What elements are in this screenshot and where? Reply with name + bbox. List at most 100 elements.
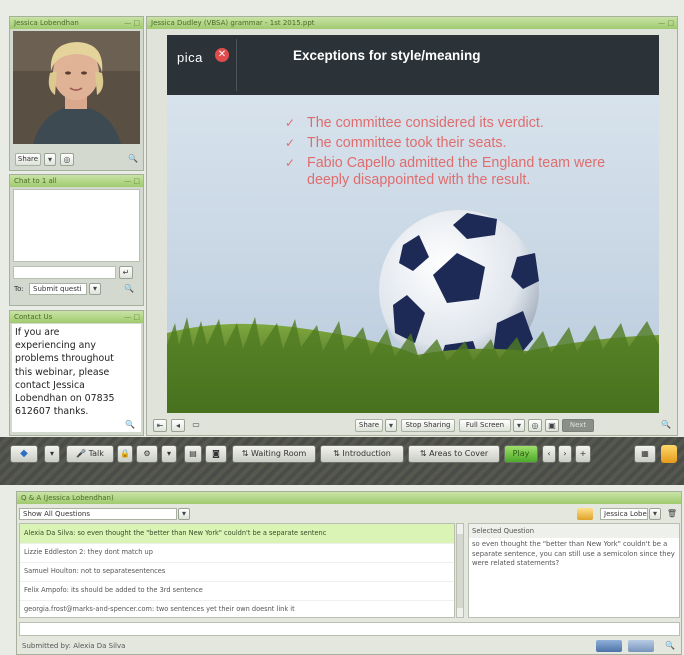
lock-button[interactable]: 🔒 [117,445,133,463]
prev-room-icon[interactable]: ‹ [542,445,556,463]
list-item[interactable]: Lizzie Eddleston 2: they dont match up [20,543,454,563]
avatar [13,31,140,144]
toolbar: ◆ ▾ 🎤 Talk 🔒 ⚙ ▾ ▤ ◙ ⇅ Waiting Room ⇅ In… [0,437,684,485]
room-icon: ⇅ [333,449,340,458]
next-room-icon[interactable]: › [558,445,572,463]
chat-title-text: Chat to 1 all [14,177,57,185]
check-icon: ✓ [285,156,296,170]
qa-panel: Q & A (Jessica Lobendhan) Show All Quest… [16,491,682,655]
filter-dropdown-icon[interactable]: ▾ [178,508,190,520]
webcam-video [13,31,140,144]
chat-to-label: To: [14,285,24,293]
chat-input[interactable] [13,266,116,279]
stop-sharing-button[interactable]: Stop Sharing [401,419,455,432]
contact-zoom-icon[interactable]: 🔍 [123,419,137,432]
app-logo-icon: ◆ [20,448,28,459]
webcam-share-button[interactable]: Share [15,153,41,166]
presentation-share-button[interactable]: Share [355,419,383,432]
panel-controls-icon[interactable]: — □ [658,17,674,29]
mic-settings-icon[interactable]: ⚙ [136,445,158,463]
qa-zoom-icon[interactable]: 🔍 [663,640,677,653]
app-menu-dropdown-icon[interactable]: ▾ [44,445,60,463]
panel-controls-icon[interactable]: — □ [124,17,140,29]
scrollbar-thumb[interactable] [457,534,463,608]
settings-icon[interactable]: ◎ [528,419,542,432]
document-icon[interactable]: ▤ [184,445,202,463]
prev-slide-icon[interactable]: ◂ [171,419,185,432]
tab-introduction[interactable]: ⇅ Introduction [320,445,404,463]
contact-body: If you are experiencing any problems thr… [12,324,141,432]
qa-title: Q & A (Jessica Lobendhan) [17,492,681,504]
tab-areas-to-cover[interactable]: ⇅ Areas to Cover [408,445,500,463]
webcam-zoom-icon[interactable]: 🔍 [126,153,140,166]
share-dropdown-icon[interactable]: ▾ [385,419,397,432]
talk-label: Talk [88,449,104,458]
room-icon: ⇅ [241,449,249,458]
chat-recipient-select[interactable]: Submit questi [29,283,87,295]
panel-controls-icon[interactable]: — □ [124,175,140,187]
reply-all-icon[interactable] [628,640,654,652]
check-icon: ✓ [285,136,296,150]
slide-bullet: ✓ The committee considered its verdict. [285,115,645,132]
presentation-title: Jessica Dudley (VBSA) grammar - 1st 2015… [147,17,677,29]
panel-controls-icon[interactable]: — □ [124,311,140,323]
presentation-title-text: Jessica Dudley (VBSA) grammar - 1st 2015… [151,19,315,27]
layout-icon[interactable]: ▦ [634,445,656,463]
slide-title: Exceptions for style/meaning [293,48,481,63]
contact-title-text: Contact Us [14,313,53,321]
contact-panel: Contact Us — □ If you are experiencing a… [9,310,144,436]
answer-input[interactable] [19,622,680,636]
slide-bullets: ✓ The committee considered its verdict. … [285,115,645,189]
slide-bullet-text: The committee considered its verdict. [307,115,544,131]
first-slide-icon[interactable]: ⇤ [153,419,167,432]
play-label: Play [512,449,530,458]
selected-question-text: so even thought the "better than New Yor… [472,540,675,568]
list-item[interactable]: georgia.frost@marks-and-spencer.com: two… [20,600,454,617]
slide-thumbnail-icon[interactable]: ▭ [189,419,203,432]
tab-label: Waiting Room [250,449,307,458]
question-filter-select[interactable]: Show All Questions [19,508,177,520]
assignee-select[interactable]: Jessica Lobenc [600,508,648,520]
presentation-zoom-icon[interactable]: 🔍 [659,419,673,432]
tab-waiting-room[interactable]: ⇅ Waiting Room [232,445,316,463]
webcam-icon[interactable]: ◙ [205,445,227,463]
notification-icon[interactable] [661,445,677,463]
logo-mark-icon: ✕ [215,48,229,62]
chat-zoom-icon[interactable]: 🔍 [122,283,136,296]
slide-header: pica ✕ Exceptions for style/meaning [167,35,659,95]
delete-icon[interactable]: 🗑 [665,508,679,521]
reply-private-icon[interactable] [596,640,622,652]
webcam-settings-icon[interactable]: ◎ [60,153,74,166]
full-screen-button[interactable]: Full Screen [459,419,511,432]
webcam-panel: Jessica Lobendhan — □ Share ▾ ◎ 🔍 [9,16,144,171]
list-item[interactable]: Samuel Houlton: not to separatesentences [20,562,454,582]
app-menu-button[interactable]: ◆ [10,445,38,463]
talk-dropdown-icon[interactable]: ▾ [161,445,177,463]
question-list: Alexia Da Silva: so even thought the "be… [19,523,455,618]
list-item[interactable]: Alexia Da Silva: so even thought the "be… [20,524,454,544]
chat-panel: Chat to 1 all — □ ↵ To: Submit questi ▾ … [9,174,144,306]
chat-log [13,189,140,262]
tab-label: Introduction [342,449,391,458]
logo-box: pica ✕ [173,39,237,91]
assignee-dropdown-icon[interactable]: ▾ [649,508,661,520]
next-slide-button[interactable]: Next [562,419,594,432]
fullscreen-dropdown-icon[interactable]: ▾ [513,419,525,432]
list-item[interactable]: Felix Ampofo: its should be added to the… [20,581,454,601]
email-icon[interactable] [577,508,593,520]
question-list-scrollbar[interactable] [456,523,464,618]
room-icon: ⇅ [419,449,427,458]
add-room-icon[interactable]: + [575,445,591,463]
football-image [167,210,659,413]
window-icon[interactable]: ▣ [545,419,559,432]
slide-bullet-text: The committee took their seats. [307,135,507,151]
slide: pica ✕ Exceptions for style/meaning ✓ Th… [167,35,659,413]
talk-button[interactable]: 🎤 Talk [66,445,114,463]
webcam-dropdown-icon[interactable]: ▾ [44,153,56,166]
recipient-dropdown-icon[interactable]: ▾ [89,283,101,295]
send-icon[interactable]: ↵ [119,266,133,279]
slide-bullet-text: Fabio Capello admitted the England team … [307,155,606,188]
contact-text: If you are experiencing any problems thr… [15,327,115,418]
webcam-title-text: Jessica Lobendhan [14,19,79,27]
play-button[interactable]: Play [504,445,538,463]
